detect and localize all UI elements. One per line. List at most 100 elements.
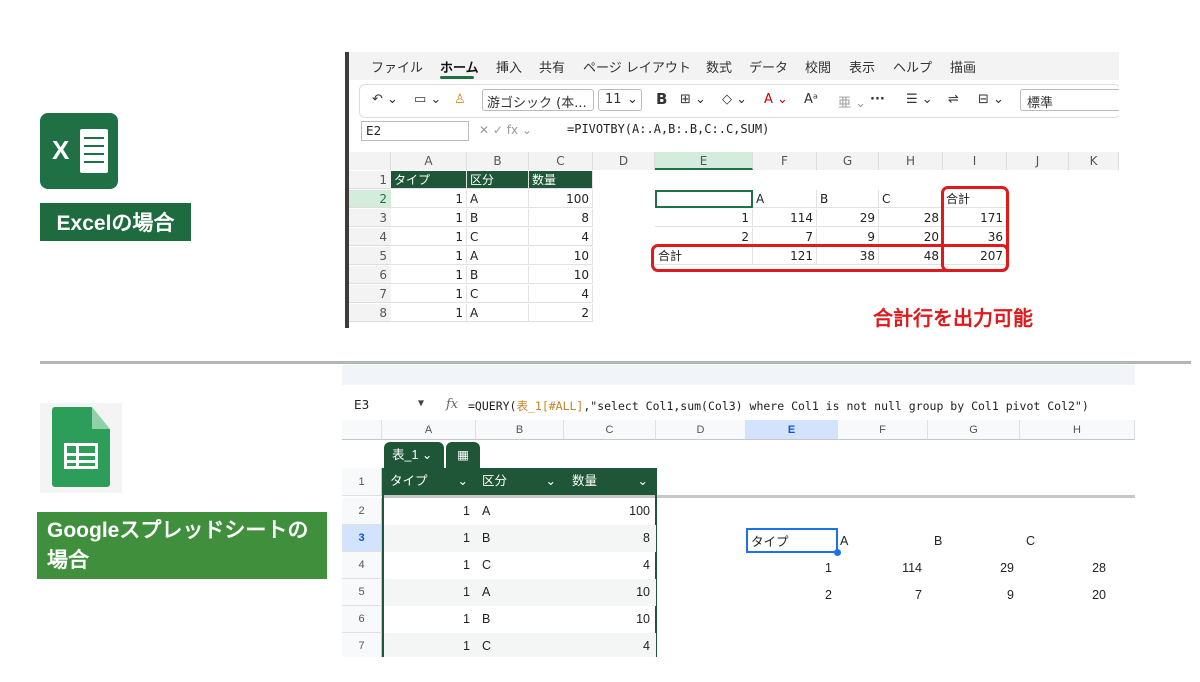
font-name-select[interactable]: 游ゴシック (本... — [482, 89, 594, 111]
table-cell[interactable]: 2 — [529, 304, 593, 322]
table-cell[interactable]: A — [467, 304, 529, 322]
row-header[interactable]: 3 — [342, 525, 382, 552]
table-cell[interactable]: C — [467, 285, 529, 303]
table-cell[interactable]: 1 — [391, 304, 467, 322]
font-size-select[interactable]: 11 ⌄ — [598, 89, 642, 111]
menu-insert[interactable]: 挿入 — [496, 57, 522, 76]
number-format-select[interactable]: 標準 — [1020, 89, 1119, 111]
table-cell[interactable]: A — [467, 247, 529, 265]
menu-page-layout[interactable]: ページ レイアウト — [583, 57, 691, 76]
menu-data[interactable]: データ — [749, 57, 788, 76]
pivot-cell[interactable]: 7 — [838, 582, 928, 609]
table-header-type[interactable]: タイプ — [391, 171, 467, 189]
pivot-header[interactable]: A — [838, 528, 928, 555]
menu-share[interactable]: 共有 — [539, 57, 565, 76]
row-header[interactable]: 7 — [349, 285, 391, 303]
table-cell[interactable]: 4 — [564, 633, 656, 657]
name-box[interactable]: E2 — [361, 121, 469, 141]
name-box[interactable]: E3 — [354, 398, 369, 412]
table-cell[interactable]: A — [476, 498, 564, 525]
formula-text[interactable]: =PIVOTBY(A:.A,B:.B,C:.C,SUM) — [567, 122, 769, 136]
pivot-cell[interactable]: 2 — [746, 582, 838, 609]
table-name-tab[interactable]: 表_1 ⌄ — [384, 442, 444, 469]
table-cell[interactable]: 1 — [391, 190, 467, 208]
select-all-corner[interactable] — [349, 152, 391, 170]
row-header[interactable]: 4 — [349, 228, 391, 246]
clipboard-icon[interactable]: ▭ ⌄ — [414, 92, 441, 107]
font-size-increase-icon[interactable]: Aᵃ — [804, 92, 818, 107]
column-header[interactable]: J — [1007, 152, 1069, 170]
table-cell[interactable]: 1 — [391, 247, 467, 265]
more-icon[interactable]: ··· — [870, 92, 885, 107]
menu-view[interactable]: 表示 — [849, 57, 875, 76]
pivot-header[interactable]: B — [817, 190, 879, 208]
menu-review[interactable]: 校閲 — [805, 57, 831, 76]
pivot-cell[interactable]: 28 — [879, 209, 943, 227]
table-cell[interactable]: 1 — [391, 266, 467, 284]
column-header[interactable]: B — [467, 152, 529, 170]
row-header[interactable]: 7 — [342, 633, 382, 657]
wrap-text-icon[interactable]: ⇌ — [948, 92, 959, 107]
column-header[interactable]: C — [529, 152, 593, 170]
table-cell[interactable]: C — [476, 633, 564, 657]
column-header[interactable]: H — [879, 152, 943, 170]
format-painter-icon[interactable]: ♙ — [454, 92, 466, 107]
row-header[interactable]: 6 — [349, 266, 391, 284]
column-header[interactable]: F — [753, 152, 817, 170]
column-header[interactable]: D — [656, 420, 746, 440]
row-header[interactable]: 2 — [342, 498, 382, 525]
table-cell[interactable]: 8 — [529, 209, 593, 227]
row-header[interactable]: 5 — [349, 247, 391, 265]
pivot-cell[interactable]: 28 — [1020, 555, 1112, 582]
row-header[interactable]: 4 — [342, 552, 382, 579]
selected-cell-e2[interactable] — [655, 190, 753, 208]
table-cell[interactable]: B — [467, 209, 529, 227]
menu-formulas[interactable]: 数式 — [706, 57, 732, 76]
fill-color-icon[interactable]: ◇ ⌄ — [722, 92, 747, 107]
table-cell[interactable]: 10 — [564, 606, 656, 633]
pivot-cell[interactable]: 29 — [817, 209, 879, 227]
table-header-category[interactable]: 区分 ⌄ — [476, 468, 564, 495]
table-calculator-icon[interactable]: ▦ — [446, 442, 480, 469]
pivot-cell[interactable]: 29 — [928, 555, 1020, 582]
column-header[interactable]: K — [1069, 152, 1119, 170]
table-cell[interactable]: 10 — [529, 266, 593, 284]
table-cell[interactable]: 1 — [391, 285, 467, 303]
column-header[interactable]: E — [746, 420, 838, 440]
formula-text[interactable]: =QUERY(表_1[#ALL],"select Col1,sum(Col3) … — [468, 398, 1089, 414]
column-header[interactable]: C — [564, 420, 656, 440]
chevron-down-icon[interactable]: ▼ — [418, 398, 424, 409]
table-cell[interactable]: 1 — [391, 209, 467, 227]
column-header[interactable]: A — [382, 420, 476, 440]
table-cell[interactable]: 1 — [384, 525, 476, 552]
menu-help[interactable]: ヘルプ — [893, 57, 932, 76]
row-header[interactable]: 3 — [349, 209, 391, 227]
column-header[interactable]: E — [655, 152, 753, 170]
table-cell[interactable]: 4 — [564, 552, 656, 579]
row-header[interactable]: 1 — [342, 468, 382, 496]
table-cell[interactable]: 1 — [384, 579, 476, 606]
table-cell[interactable]: 1 — [384, 552, 476, 579]
pivot-cell[interactable]: 114 — [753, 209, 817, 227]
select-all-corner[interactable] — [342, 420, 382, 440]
table-cell[interactable]: 10 — [564, 579, 656, 606]
fx-icon[interactable]: ✕ ✓ fx ⌄ — [479, 123, 532, 137]
row-header[interactable]: 5 — [342, 579, 382, 606]
table-header-type[interactable]: タイプ ⌄ — [384, 468, 476, 495]
table-cell[interactable]: A — [467, 190, 529, 208]
table-cell[interactable]: B — [476, 525, 564, 552]
table-cell[interactable]: 1 — [384, 498, 476, 525]
pivot-header[interactable]: B — [928, 528, 1020, 555]
table-cell[interactable]: B — [467, 266, 529, 284]
table-cell[interactable]: 4 — [529, 285, 593, 303]
row-header[interactable]: 6 — [342, 606, 382, 633]
table-cell[interactable]: 4 — [529, 228, 593, 246]
table-cell[interactable]: 1 — [391, 228, 467, 246]
table-header-quantity[interactable]: 数量 ⌄ — [564, 468, 656, 495]
phonetic-icon[interactable]: 亜 ⌄ — [838, 92, 866, 111]
column-header[interactable]: H — [1020, 420, 1135, 440]
selected-cell-e3[interactable]: タイプ — [746, 528, 838, 553]
table-header-quantity[interactable]: 数量 — [529, 171, 593, 189]
row-header[interactable]: 2 — [349, 190, 391, 208]
pivot-cell[interactable]: 1 — [746, 555, 838, 582]
